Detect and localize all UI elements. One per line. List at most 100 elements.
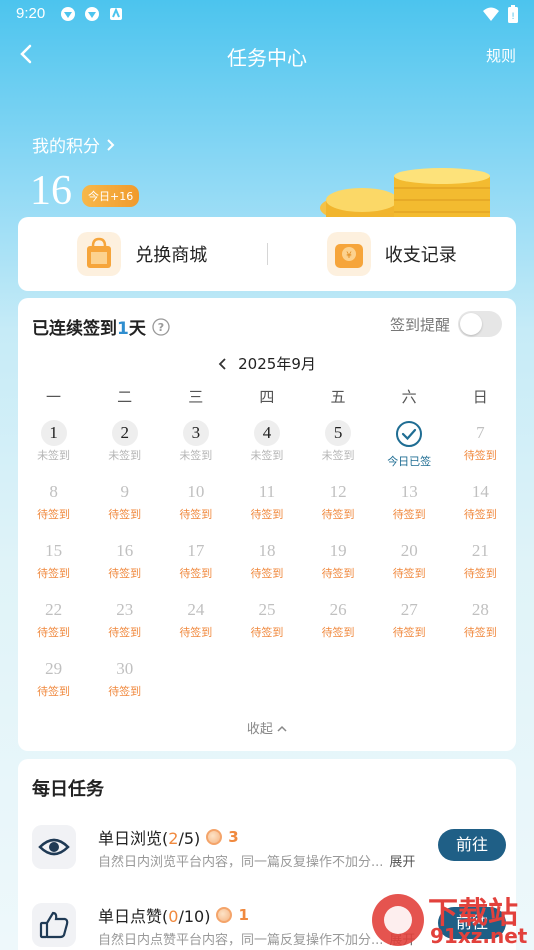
day-number: 27	[400, 600, 418, 619]
calendar-day[interactable]: 22 待签到	[18, 597, 89, 656]
calendar-day[interactable]: 30 待签到	[89, 656, 160, 715]
calendar-day[interactable]: 27 待签到	[374, 597, 445, 656]
weekday-label: 三	[188, 388, 204, 406]
calendar-day[interactable]: 25 待签到	[231, 597, 302, 656]
day-status: 待签到	[37, 567, 71, 580]
rules-link[interactable]: 规则	[486, 45, 516, 66]
weekday-label: 日	[472, 388, 488, 406]
day-status: 未签到	[179, 449, 213, 462]
toggle-knob	[460, 313, 482, 335]
calendar-day[interactable]: 5 未签到	[303, 420, 374, 479]
reminder-label: 签到提醒	[389, 315, 450, 334]
calendar-day[interactable]: 12 待签到	[303, 479, 374, 538]
watermark-logo	[372, 894, 424, 946]
calendar-day[interactable]: 21 待签到	[445, 538, 516, 597]
day-number: 17	[187, 541, 205, 560]
calendar-week: 1 未签到 2 未签到 3 未签到 4 未签到 5 未签到 今日已签 7 待签到	[18, 420, 516, 479]
status-time: 9:20	[16, 5, 46, 22]
day-status: 待签到	[250, 626, 284, 639]
day-number: 10	[187, 482, 205, 501]
watermark-bottom-text: 91xz.net	[430, 924, 528, 948]
calendar-day[interactable]: 19 待签到	[303, 538, 374, 597]
day-status: 待签到	[321, 567, 355, 580]
reminder-toggle[interactable]	[458, 311, 502, 337]
day-number: 7	[476, 423, 485, 442]
day-number: 23	[116, 600, 134, 619]
day-status: 今日已签	[387, 455, 432, 468]
expand-link[interactable]: 展开	[389, 855, 415, 870]
day-number: 30	[116, 659, 134, 678]
calendar-day[interactable]: 18 待签到	[231, 538, 302, 597]
calendar-day[interactable]: 8 待签到	[18, 479, 89, 538]
calendar-day[interactable]: 3 未签到	[160, 420, 231, 479]
calendar-day[interactable]: 11 待签到	[231, 479, 302, 538]
calendar-week: 29 待签到 30 待签到	[18, 656, 516, 715]
calendar-week: 15 待签到 16 待签到 17 待签到 18 待签到 19 待签到 20 待签到 21 待签到	[18, 538, 516, 597]
thumbs-up-icon	[32, 903, 76, 947]
app-notification-icon	[110, 7, 122, 20]
day-number: 11	[258, 482, 276, 501]
calendar-day[interactable]: 9 待签到	[89, 479, 160, 538]
calendar-day[interactable]: 16 待签到	[89, 538, 160, 597]
day-status: 待签到	[179, 626, 213, 639]
calendar-day[interactable]: 10 待签到	[160, 479, 231, 538]
collapse-label: 收起	[246, 722, 273, 737]
day-status: 待签到	[392, 508, 426, 521]
collapse-button[interactable]: 收起	[18, 718, 516, 737]
calendar-day[interactable]: 1 未签到	[18, 420, 89, 479]
day-status: 待签到	[463, 508, 497, 521]
calendar-day[interactable]: 26 待签到	[303, 597, 374, 656]
reminder-row: 签到提醒	[390, 311, 502, 337]
day-number: 3	[182, 420, 209, 446]
calendar-day[interactable]: 7 待签到	[445, 420, 516, 479]
calendar-day[interactable]: 15 待签到	[18, 538, 89, 597]
day-status: 待签到	[463, 567, 497, 580]
app-notification-icon	[85, 7, 99, 21]
day-number: 24	[187, 600, 205, 619]
quick-links-card: 兑换商城 ¥ 收支记录	[18, 217, 516, 291]
calendar-day[interactable]: 24 待签到	[160, 597, 231, 656]
calendar-week: 22 待签到 23 待签到 24 待签到 25 待签到 26 待签到 27 待签到 28 待签到	[18, 597, 516, 656]
calendar-day[interactable]: 29 待签到	[18, 656, 89, 715]
go-button[interactable]: 前往	[438, 829, 506, 861]
day-status: 待签到	[463, 449, 497, 462]
task-progress: 2	[168, 829, 179, 848]
help-icon[interactable]: ?	[152, 317, 170, 336]
calendar-day[interactable]: 23 待签到	[89, 597, 160, 656]
income-expense-button[interactable]: ¥ 收支记录	[268, 232, 517, 276]
weekday-label: 六	[401, 388, 417, 406]
calendar-day[interactable]: 28 待签到	[445, 597, 516, 656]
svg-text:¥: ¥	[346, 251, 352, 261]
calendar-day[interactable]: 17 待签到	[160, 538, 231, 597]
income-expense-label: 收支记录	[384, 245, 457, 266]
day-status: 待签到	[392, 567, 426, 580]
task-desc-text: 自然日内点赞平台内容，同一篇反复操作不加分...	[98, 933, 384, 948]
calendar-day[interactable]: 20 待签到	[374, 538, 445, 597]
calendar-day[interactable]: 14 待签到	[445, 479, 516, 538]
streak-prefix: 已连续签到	[32, 319, 117, 339]
day-number: 15	[45, 541, 63, 560]
day-status: 待签到	[108, 567, 142, 580]
day-status: 待签到	[108, 685, 142, 698]
page-title: 任务中心	[227, 46, 307, 70]
weekday-label: 五	[330, 388, 346, 406]
calendar-day[interactable]: 13 待签到	[374, 479, 445, 538]
weekday-label: 二	[117, 388, 133, 406]
day-status: 待签到	[321, 508, 355, 521]
task-name-text: 单日点赞(	[98, 907, 169, 926]
task-reward: 1	[238, 906, 249, 924]
exchange-mall-button[interactable]: 兑换商城	[18, 232, 267, 276]
day-number: 9	[120, 482, 129, 501]
day-status: 待签到	[37, 626, 71, 639]
month-selector: 2025年9月	[18, 353, 516, 374]
day-number: 1	[40, 420, 67, 446]
task-description: 自然日内浏览平台内容，同一篇反复操作不加分... 展开	[98, 851, 415, 870]
chevron-left-icon[interactable]	[218, 357, 228, 371]
status-bar: 9:20 !	[0, 0, 534, 28]
calendar-day[interactable]: 今日已签	[374, 420, 445, 479]
my-points-link[interactable]: 我的积分	[32, 132, 116, 157]
day-number: 21	[471, 541, 489, 560]
my-points-label: 我的积分	[32, 137, 100, 157]
calendar-day[interactable]: 2 未签到	[89, 420, 160, 479]
calendar-day[interactable]: 4 未签到	[231, 420, 302, 479]
